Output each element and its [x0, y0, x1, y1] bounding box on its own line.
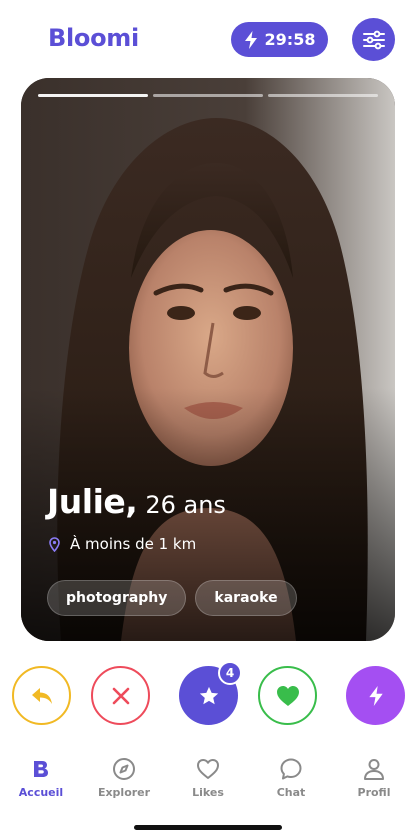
tab-label: Chat — [276, 786, 306, 799]
tab-accueil[interactable]: Accueil — [0, 756, 82, 799]
profile-name: Julie, — [47, 482, 138, 521]
tab-explorer[interactable]: Explorer — [83, 756, 165, 799]
profile-distance: À moins de 1 km — [49, 535, 196, 553]
filter-button[interactable] — [352, 18, 395, 61]
tab-label: Profil — [357, 786, 391, 799]
profile-card[interactable]: Julie, 26 ans À moins de 1 km photograph… — [21, 78, 395, 641]
interest-tags: photography karaoke — [47, 580, 297, 616]
interest-tag: photography — [47, 580, 187, 616]
bloomi-b-icon — [34, 761, 48, 777]
app-logo: Bloomi — [48, 24, 139, 52]
boost-button[interactable] — [346, 666, 405, 725]
like-button[interactable] — [258, 666, 317, 725]
tab-profil[interactable]: Profil — [333, 756, 415, 799]
location-pin-icon — [49, 536, 60, 552]
compass-icon — [113, 758, 135, 780]
tab-label: Accueil — [18, 786, 64, 799]
interest-tag: karaoke — [195, 580, 297, 616]
progress-segment — [153, 94, 263, 97]
profile-photo — [21, 78, 395, 641]
boost-timer-button[interactable]: 29:58 — [231, 22, 328, 57]
distance-text: À moins de 1 km — [70, 535, 197, 553]
progress-segment — [268, 94, 378, 97]
tab-label: Explorer — [97, 786, 151, 799]
profile-name-row: Julie, 26 ans — [47, 482, 226, 521]
tab-label: Likes — [192, 786, 224, 799]
tab-bar: Accueil Explorer Likes Chat Profil — [0, 756, 416, 806]
heart-icon — [276, 685, 299, 706]
tab-chat[interactable]: Chat — [250, 756, 332, 799]
super-like-count-badge: 4 — [218, 661, 242, 685]
super-like-button[interactable]: 4 — [179, 661, 242, 725]
rewind-icon — [31, 687, 52, 704]
star-icon — [199, 686, 218, 704]
lightning-icon — [368, 685, 383, 706]
nope-button[interactable] — [91, 666, 150, 725]
sliders-icon — [362, 30, 385, 49]
profile-age: 26 ans — [145, 491, 226, 519]
lightning-icon — [244, 30, 257, 49]
chat-bubble-icon — [280, 758, 302, 780]
close-icon — [112, 687, 129, 704]
rewind-button[interactable] — [12, 666, 71, 725]
boost-timer-text: 29:58 — [264, 30, 316, 49]
home-indicator[interactable] — [134, 825, 282, 830]
progress-segment — [38, 94, 148, 97]
person-icon — [364, 759, 384, 780]
photo-progress — [38, 94, 378, 97]
heart-outline-icon — [197, 759, 219, 779]
action-bar: 4 — [0, 661, 416, 726]
tab-likes[interactable]: Likes — [167, 756, 249, 799]
